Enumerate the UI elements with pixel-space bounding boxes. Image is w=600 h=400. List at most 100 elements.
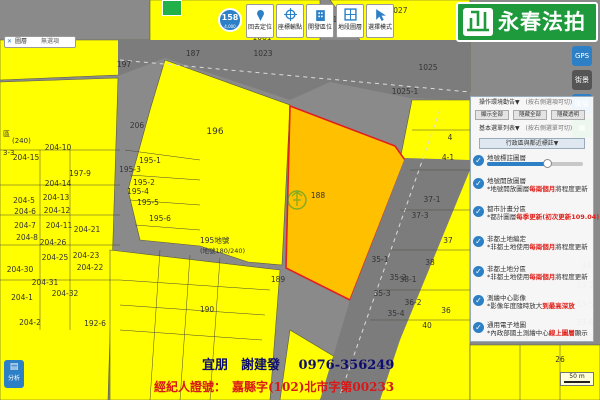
check-icon: ✓	[473, 155, 484, 166]
subject-note: (地號180/240)	[200, 246, 245, 255]
check-icon: ✓	[473, 322, 484, 333]
panel-header-basic-hint: (按右側選單可切)	[525, 125, 573, 132]
panel-header-basic-label: 基本選單列表▼	[479, 125, 520, 132]
search-layer-label: 圖層	[15, 38, 28, 45]
layer-toggle-urban-plan[interactable]: ✓ 都市計畫分區 *都計圖層每季更新(初次更新109.04)	[471, 205, 599, 221]
toolbar-label: 開發區位	[307, 24, 332, 31]
parcel-label: 189	[271, 275, 286, 284]
parcel-layer-icon	[344, 8, 357, 21]
toolbar-button-parcel-layer[interactable]: 地段圖層	[336, 4, 364, 38]
parcel-label: 204-32	[52, 289, 79, 298]
parcel-label: 4	[448, 133, 453, 142]
agent-info: 宜朋 謝建發 0976-356249 經紀人證號： 嘉縣字(102)北市字第00…	[150, 358, 450, 398]
parcel-label: 206	[130, 121, 145, 130]
map-note: 3-3	[3, 149, 14, 157]
parcel-label: 35-1	[371, 255, 388, 264]
parcel-label: 204-30	[7, 265, 34, 274]
parcel-label: 38	[425, 258, 435, 267]
gps-button[interactable]: GPS	[572, 46, 592, 66]
layer-label: 非都土地編定	[487, 235, 526, 243]
parcel-label: 204-6	[14, 207, 36, 216]
opacity-slider[interactable]	[487, 159, 583, 168]
parcel-label: 204-8	[16, 233, 38, 242]
parcel-label: 204-7	[14, 221, 36, 230]
search-input[interactable]: 無選項	[41, 38, 59, 46]
parcel-label: 196	[206, 127, 223, 137]
toolbar-button-coordinates[interactable]: 座標輸點	[276, 4, 304, 38]
layer-toggle-parcel-number[interactable]: ✓ 地號標註圖層	[471, 154, 595, 168]
analysis-button[interactable]: ▤ 分析	[4, 360, 24, 388]
parcel-label: 204-26	[40, 238, 67, 247]
panel-header-env[interactable]: 操作環境勸告▼ (按右側選項可切)	[471, 98, 593, 108]
parcel-label: 37-3	[411, 211, 428, 220]
parcel-label: 204-5	[13, 196, 35, 205]
subject-note: 195地號	[200, 235, 230, 245]
map-note: (240)	[12, 137, 31, 145]
toolbar-label: 回去定位	[247, 24, 272, 31]
parcel-label: 26	[555, 355, 565, 364]
layer-note: *影像年度隨時放大到最高深放	[487, 302, 575, 310]
parcel-label: 204-23	[73, 251, 100, 260]
menu-icon[interactable]: ✕	[7, 39, 13, 45]
layer-toggle-electronic-map[interactable]: ✓ 通用電子地圖 *內政部國土測繪中心線上圖層顯示	[471, 321, 595, 337]
panel-header-basic[interactable]: 基本選單列表▼ (按右側選單可切)	[471, 124, 593, 134]
check-icon: ✓	[473, 295, 484, 306]
parcel-label: 37-1	[423, 195, 440, 204]
parcel-label: 204-11	[46, 221, 73, 230]
agent-license: 經紀人證號： 嘉縣字(102)北市字第00233	[154, 380, 395, 394]
scale-bar: 50 m	[560, 372, 594, 386]
toolbar-label: 座標輸點	[277, 24, 302, 31]
layer-panel: 操作環境勸告▼ (按右側選項可切) 顯示全部 隱藏全部 隱藏透明 基本選單列表▼…	[470, 96, 599, 342]
show-all-button[interactable]: 顯示全部	[475, 110, 509, 120]
analysis-label: 分析	[7, 375, 20, 382]
building-icon	[316, 10, 325, 21]
toolbar-button-locate-back[interactable]: 回去定位	[246, 4, 274, 38]
check-icon: ✓	[473, 236, 484, 247]
panel-header-env-label: 操作環境勸告▼	[479, 99, 520, 106]
panel-button-row: 顯示全部 隱藏全部 隱藏透明	[475, 110, 589, 120]
parcel-label: 204-21	[74, 225, 101, 234]
parcel-label: 204-31	[32, 278, 59, 287]
layer-toggle-aerial-imagery[interactable]: ✓ 測繪中心影像 *影像年度隨時放大到最高深放	[471, 294, 595, 310]
parcel-label: 35-4	[387, 309, 404, 318]
parcel-label: 187	[186, 49, 201, 58]
location-icon	[257, 9, 264, 21]
parcel-label: 195-1	[139, 156, 161, 165]
parcel-label: 1023	[253, 49, 272, 58]
parcel-label: 195-4	[127, 187, 149, 196]
select-mode-icon	[376, 9, 386, 21]
layer-note: *內政部國土測繪中心線上圖層顯示	[487, 329, 588, 337]
parcel-label: 190	[200, 305, 215, 314]
panel-section-title[interactable]: 行政區與鄰近標註▼	[479, 138, 585, 149]
zoom-badge[interactable]: 158 4,000	[218, 8, 242, 32]
layer-toggle-parcel-open[interactable]: ✓ 地號開放圖層 *地號開放圖層每兩個月將程度更新	[471, 177, 595, 193]
brand-logo: 永春法拍	[456, 2, 598, 42]
parcel-label: 197-9	[69, 169, 91, 178]
hide-all-button[interactable]: 隱藏全部	[513, 110, 547, 120]
parcel-label: 204-10	[45, 143, 72, 152]
gps-icon: GPS	[574, 52, 590, 60]
toolbar-button-select-mode[interactable]: 選擇模式	[366, 4, 394, 38]
toolbar-button-development[interactable]: 開發區位	[306, 4, 334, 38]
search-bar[interactable]: ✕ 圖層 無選項	[4, 36, 76, 48]
parcel-label: 1025-1	[392, 87, 419, 96]
layer-label: 通用電子地圖	[487, 321, 526, 329]
street-view-button[interactable]: 街景	[572, 70, 592, 90]
layer-label: 都市計畫分區	[487, 205, 526, 213]
locate-marker[interactable]	[162, 0, 182, 16]
slider-knob[interactable]	[543, 159, 552, 168]
hide-transparent-button[interactable]: 隱藏透明	[551, 110, 585, 120]
panel-header-env-hint: (按右側選項可切)	[525, 99, 573, 106]
layer-toggle-nonurban-zoning[interactable]: ✓ 非都土地編定 *非都土地使用每兩個月將程度更新	[471, 235, 595, 251]
layer-toggle-nonurban-district[interactable]: ✓ 非都土地分區 *非都土地使用每兩個月將程度更新	[471, 265, 595, 281]
check-icon: ✓	[473, 266, 484, 277]
agent-name: 宜朋 謝建發	[202, 358, 281, 373]
parcel-label: 204-2	[19, 318, 41, 327]
check-icon: ✓	[473, 178, 484, 189]
parcel-label: 204-1	[11, 293, 33, 302]
parcel-label: 188	[311, 191, 326, 200]
parcel-label: 204-13	[43, 193, 70, 202]
parcel-label: 36	[441, 306, 451, 315]
parcel-label: 1025	[418, 63, 437, 72]
layer-note: *非都土地使用每兩個月將程度更新	[487, 243, 588, 251]
